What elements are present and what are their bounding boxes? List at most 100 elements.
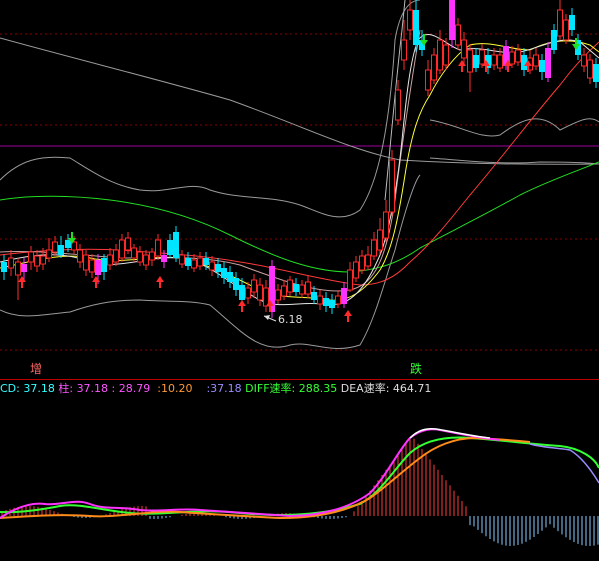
candlestick[interactable] xyxy=(46,238,52,262)
diff-value: 288.35 xyxy=(298,382,338,395)
cd-label: CD xyxy=(0,382,17,395)
candlestick[interactable] xyxy=(119,234,125,262)
candlestick[interactable] xyxy=(257,278,263,306)
dea-label: DEA速率 xyxy=(340,382,386,395)
candlestick[interactable] xyxy=(305,276,311,298)
cd-value: 37.18 xyxy=(23,382,55,395)
candlestick[interactable] xyxy=(275,284,281,304)
candlestick[interactable] xyxy=(179,250,185,268)
candlestick[interactable] xyxy=(101,254,107,280)
candlestick[interactable] xyxy=(167,234,173,258)
candlestick[interactable] xyxy=(173,226,179,262)
indicator-info-bar: CD: 37.18 柱: 37.18 : 28.79 :10.20 :37.18… xyxy=(0,382,432,395)
candlestick[interactable] xyxy=(359,250,365,274)
candlestick[interactable] xyxy=(473,48,479,72)
candlestick[interactable] xyxy=(557,0,563,40)
macd-panel[interactable] xyxy=(0,398,599,561)
candlestick[interactable] xyxy=(437,30,443,74)
candlestick[interactable] xyxy=(263,280,269,312)
candlestick[interactable] xyxy=(58,236,64,258)
buy-sell-signals xyxy=(18,34,580,322)
candlestick[interactable] xyxy=(227,266,233,288)
candlestick[interactable] xyxy=(15,258,21,300)
candlestick[interactable] xyxy=(107,248,113,270)
candlestick[interactable] xyxy=(365,246,371,270)
candlestick[interactable] xyxy=(155,234,161,260)
value-c: 37.18 xyxy=(210,382,242,395)
candlestick[interactable] xyxy=(461,32,467,64)
candlestick[interactable] xyxy=(28,246,34,270)
candlestick[interactable] xyxy=(431,48,437,84)
up-arrow-icon xyxy=(92,276,100,288)
candlestick[interactable] xyxy=(443,38,449,70)
candlestick[interactable] xyxy=(587,54,593,84)
panel-divider xyxy=(0,379,599,380)
candlestick[interactable] xyxy=(467,44,473,92)
value-b: 10.20 xyxy=(160,382,193,395)
zhu-value: 37.18 xyxy=(76,382,109,395)
candlestick[interactable] xyxy=(389,150,395,216)
up-arrow-icon xyxy=(238,300,246,312)
stock-chart-window: 6.18 增 跌 CD: 37.18 柱: 37.18 : 28.79 :10.… xyxy=(0,0,599,561)
zhu-label: 柱 xyxy=(58,382,70,395)
signal-drop-label: 跌 xyxy=(410,361,422,376)
candlestick[interactable] xyxy=(113,244,119,266)
candlestick[interactable] xyxy=(425,60,431,96)
signal-increase-label: 增 xyxy=(30,362,42,376)
candlestick[interactable] xyxy=(209,256,215,276)
price-grid xyxy=(0,33,599,351)
candlestick[interactable] xyxy=(515,44,521,66)
diff-label: DIFF速率 xyxy=(245,382,292,395)
candlestick[interactable] xyxy=(317,290,323,310)
candlestick[interactable] xyxy=(569,8,575,36)
macd-purple-line xyxy=(529,443,599,484)
candlestick[interactable] xyxy=(533,48,539,70)
low-price-marker: 6.18 xyxy=(263,313,303,326)
candlestick[interactable] xyxy=(191,254,197,272)
candlestick[interactable] xyxy=(581,48,587,72)
candlestick[interactable] xyxy=(455,18,461,50)
candlestick[interactable] xyxy=(143,250,149,270)
candlestick[interactable] xyxy=(371,232,377,260)
dea-value: 464.71 xyxy=(392,382,432,395)
candlestick[interactable] xyxy=(551,24,557,54)
value-a: 28.79 xyxy=(118,382,151,395)
candlestick[interactable] xyxy=(377,218,383,254)
candlestick[interactable] xyxy=(593,58,599,88)
band-upper xyxy=(0,0,599,218)
macd-white-line xyxy=(409,428,491,439)
candlestick[interactable] xyxy=(353,256,359,282)
candlestick[interactable] xyxy=(383,200,389,242)
candlestick[interactable] xyxy=(233,272,239,296)
candlestick[interactable] xyxy=(1,255,7,280)
candlestick[interactable] xyxy=(521,48,527,76)
candlestick[interactable] xyxy=(197,252,203,270)
candlestick[interactable] xyxy=(341,282,347,308)
up-arrow-icon xyxy=(18,276,26,288)
candlestick[interactable] xyxy=(221,262,227,284)
candlestick-chart[interactable]: 6.18 增 跌 xyxy=(0,0,599,378)
up-arrow-icon xyxy=(156,276,164,288)
candlestick[interactable] xyxy=(563,14,569,44)
candlestick[interactable] xyxy=(545,42,551,82)
macd-histogram xyxy=(1,438,599,546)
candlestick[interactable] xyxy=(281,280,287,300)
candlestick[interactable] xyxy=(251,274,257,298)
candlestick[interactable] xyxy=(539,54,545,80)
candlestick[interactable] xyxy=(149,248,155,266)
candlestick[interactable] xyxy=(83,250,89,276)
candlestick[interactable] xyxy=(347,262,353,292)
candlestick[interactable] xyxy=(293,278,299,296)
low-price-label: 6.18 xyxy=(278,313,303,326)
candlestick[interactable] xyxy=(323,292,329,312)
candlestick[interactable] xyxy=(449,0,455,48)
candlestick[interactable] xyxy=(77,244,83,268)
candlestick[interactable] xyxy=(287,276,293,296)
candlestick[interactable] xyxy=(34,250,40,272)
candlestick[interactable] xyxy=(335,290,341,308)
candlestick[interactable] xyxy=(137,246,143,266)
up-arrow-icon xyxy=(458,60,466,72)
candlestick[interactable] xyxy=(413,0,419,52)
candlestick[interactable] xyxy=(329,294,335,314)
candlestick[interactable] xyxy=(299,280,305,298)
